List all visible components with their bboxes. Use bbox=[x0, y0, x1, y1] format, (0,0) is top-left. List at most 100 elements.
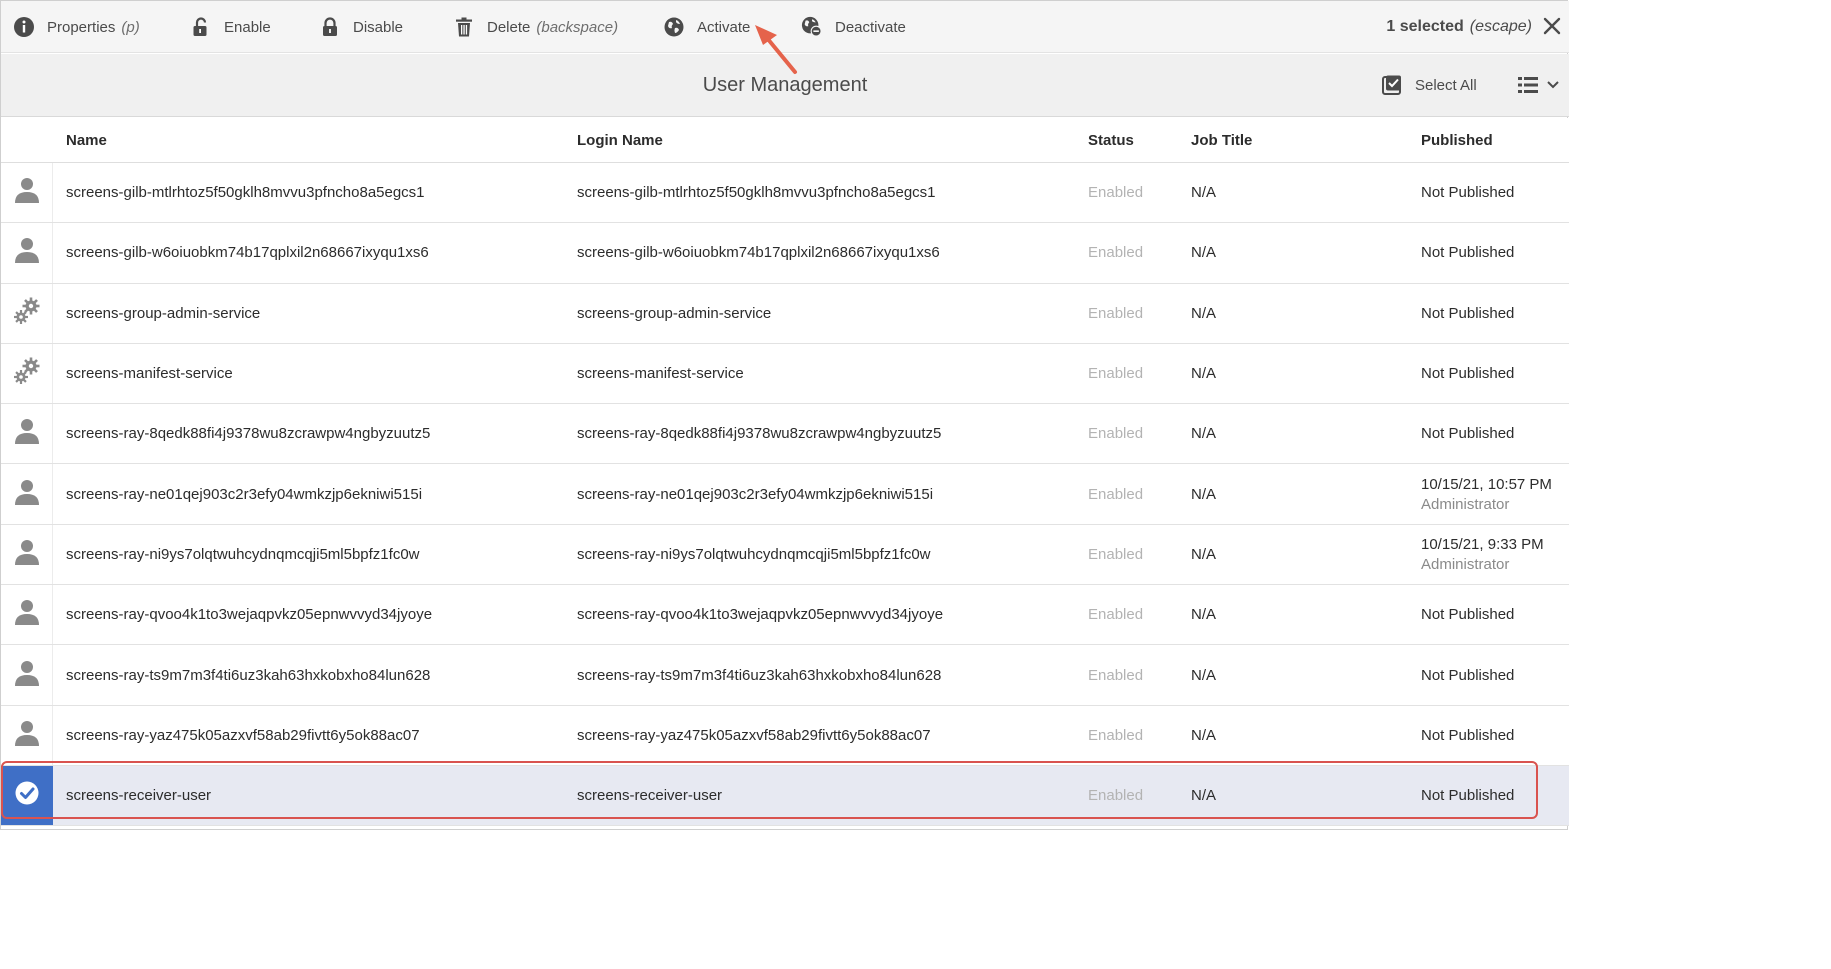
row-thumbnail[interactable] bbox=[1, 585, 53, 645]
cell-name: screens-ray-ni9ys7olqtwuhcydnqmcqji5ml5b… bbox=[66, 545, 420, 563]
cell-name: screens-ray-qvoo4k1to3wejaqpvkz05epnwvvy… bbox=[66, 606, 433, 624]
user-table-body: screens-gilb-mtlrhtoz5f50gklh8mvvu3pfnch… bbox=[1, 163, 1569, 826]
gears-icon bbox=[12, 296, 42, 331]
table-row[interactable]: screens-gilb-w6oiuobkm74b17qplxil2n68667… bbox=[1, 223, 1569, 284]
user-icon bbox=[14, 719, 40, 752]
published-by: Administrator bbox=[1421, 555, 1510, 573]
cell-job-title: N/A bbox=[1191, 545, 1217, 563]
cell-name: screens-manifest-service bbox=[66, 365, 233, 383]
cell-job-title: N/A bbox=[1191, 304, 1217, 322]
cell-status: Enabled bbox=[1088, 304, 1144, 322]
page-title: User Management bbox=[702, 74, 868, 96]
user-icon bbox=[14, 417, 40, 450]
activate-label: Activate bbox=[697, 18, 751, 36]
row-thumbnail[interactable] bbox=[1, 283, 53, 343]
app-window: Properties (p) Enable Disable Delete (ba… bbox=[0, 0, 1569, 830]
table-row[interactable]: screens-group-admin-service screens-group… bbox=[1, 283, 1569, 344]
select-all-button[interactable]: Select All bbox=[1381, 71, 1477, 99]
table-row[interactable]: screens-receiver-user screens-receiver-us… bbox=[1, 765, 1569, 826]
cell-name: screens-ray-yaz475k05azxvf58ab29fivtt6y5… bbox=[66, 726, 420, 744]
cell-published: 10/15/21, 9:33 PM Administrator bbox=[1421, 525, 1544, 584]
cell-login-name: screens-ray-yaz475k05azxvf58ab29fivtt6y5… bbox=[577, 726, 931, 744]
user-icon bbox=[14, 659, 40, 692]
table-row[interactable]: screens-ray-ne01qej903c2r3efy04wmkzjp6ek… bbox=[1, 464, 1569, 525]
published-date: 10/15/21, 9:33 PM bbox=[1421, 535, 1544, 553]
cell-job-title: N/A bbox=[1191, 184, 1217, 202]
row-thumbnail[interactable] bbox=[1, 524, 53, 585]
gears-icon bbox=[12, 356, 42, 391]
unlock-icon bbox=[190, 16, 212, 38]
delete-button[interactable]: Delete (backspace) bbox=[453, 1, 618, 53]
cell-job-title: N/A bbox=[1191, 244, 1217, 262]
table-row[interactable]: screens-ray-ts9m7m3f4ti6uz3kah63hxkobxho… bbox=[1, 645, 1569, 706]
activate-button[interactable]: Activate bbox=[663, 1, 750, 53]
cell-login-name: screens-gilb-w6oiuobkm74b17qplxil2n68667… bbox=[577, 244, 940, 262]
view-switcher[interactable] bbox=[1517, 71, 1559, 99]
table-row[interactable]: screens-ray-8qedk88fi4j9378wu8zcrawpw4ng… bbox=[1, 404, 1569, 465]
disable-button[interactable]: Disable bbox=[319, 1, 403, 53]
row-thumbnail[interactable] bbox=[1, 645, 53, 705]
cell-login-name: screens-group-admin-service bbox=[577, 304, 772, 322]
lock-icon bbox=[319, 16, 341, 38]
column-header-job-title[interactable]: Job Title bbox=[1191, 118, 1252, 163]
trash-icon bbox=[453, 16, 475, 38]
table-header: Name Login Name Status Job Title Publish… bbox=[1, 118, 1569, 163]
row-thumbnail[interactable] bbox=[1, 705, 53, 765]
cell-login-name: screens-gilb-mtlrhtoz5f50gklh8mvvu3pfnch… bbox=[577, 184, 936, 202]
published-date: Not Published bbox=[1421, 244, 1515, 262]
cell-job-title: N/A bbox=[1191, 666, 1217, 684]
select-all-label: Select All bbox=[1415, 76, 1477, 94]
cell-published: Not Published bbox=[1421, 223, 1514, 282]
cell-status: Enabled bbox=[1088, 184, 1144, 202]
cell-job-title: N/A bbox=[1191, 726, 1217, 744]
user-icon bbox=[14, 478, 40, 511]
row-thumbnail[interactable] bbox=[1, 765, 53, 825]
check-circle-icon bbox=[14, 780, 40, 811]
row-thumbnail[interactable] bbox=[1, 404, 53, 464]
title-bar: User Management Select All bbox=[1, 54, 1569, 117]
checkbox-icon bbox=[1381, 74, 1403, 96]
selection-action-bar: Properties (p) Enable Disable Delete (ba… bbox=[1, 1, 1569, 53]
enable-button[interactable]: Enable bbox=[190, 1, 271, 53]
row-thumbnail[interactable] bbox=[1, 163, 53, 223]
cell-name: screens-gilb-mtlrhtoz5f50gklh8mvvu3pfnch… bbox=[66, 184, 425, 202]
cell-published: Not Published bbox=[1421, 706, 1514, 765]
cell-name: screens-ray-8qedk88fi4j9378wu8zcrawpw4ng… bbox=[66, 425, 431, 443]
cell-published: Not Published bbox=[1421, 284, 1514, 343]
row-thumbnail[interactable] bbox=[1, 223, 53, 283]
close-selection-button[interactable] bbox=[1541, 15, 1563, 37]
table-row[interactable]: screens-ray-yaz475k05azxvf58ab29fivtt6y5… bbox=[1, 705, 1569, 766]
table-row[interactable]: screens-ray-qvoo4k1to3wejaqpvkz05epnwvvy… bbox=[1, 585, 1569, 646]
table-row[interactable]: screens-gilb-mtlrhtoz5f50gklh8mvvu3pfnch… bbox=[1, 163, 1569, 224]
chevron-down-icon bbox=[1547, 81, 1559, 89]
column-header-status[interactable]: Status bbox=[1088, 118, 1134, 163]
row-thumbnail[interactable] bbox=[1, 464, 53, 524]
column-header-published[interactable]: Published bbox=[1421, 118, 1493, 163]
column-header-name[interactable]: Name bbox=[66, 118, 107, 163]
cell-name: screens-ray-ne01qej903c2r3efy04wmkzjp6ek… bbox=[66, 485, 423, 503]
cell-name: screens-gilb-w6oiuobkm74b17qplxil2n68667… bbox=[66, 244, 429, 262]
selection-escape-hint: (escape) bbox=[1469, 18, 1532, 35]
column-header-login[interactable]: Login Name bbox=[577, 118, 663, 163]
published-date: Not Published bbox=[1421, 365, 1515, 383]
cell-published: Not Published bbox=[1421, 163, 1514, 222]
cell-published: 10/15/21, 10:57 PM Administrator bbox=[1421, 464, 1552, 523]
cell-name: screens-ray-ts9m7m3f4ti6uz3kah63hxkobxho… bbox=[66, 666, 431, 684]
deactivate-button[interactable]: Deactivate bbox=[801, 1, 906, 53]
globe-minus-icon bbox=[801, 16, 823, 38]
published-date: 10/15/21, 10:57 PM bbox=[1421, 475, 1552, 493]
table-row[interactable]: screens-manifest-service screens-manifest… bbox=[1, 343, 1569, 405]
cell-status: Enabled bbox=[1088, 666, 1144, 684]
properties-button[interactable]: Properties (p) bbox=[13, 1, 140, 53]
disable-label: Disable bbox=[353, 18, 404, 36]
cell-name: screens-group-admin-service bbox=[66, 304, 261, 322]
row-thumbnail[interactable] bbox=[1, 343, 53, 404]
table-row[interactable]: screens-ray-ni9ys7olqtwuhcydnqmcqji5ml5b… bbox=[1, 524, 1569, 586]
globe-icon bbox=[663, 16, 685, 38]
cell-status: Enabled bbox=[1088, 425, 1144, 443]
cell-published: Not Published bbox=[1421, 585, 1514, 644]
cell-status: Enabled bbox=[1088, 244, 1144, 262]
properties-label: Properties bbox=[47, 18, 116, 36]
user-icon bbox=[14, 598, 40, 631]
cell-published: Not Published bbox=[1421, 645, 1514, 704]
